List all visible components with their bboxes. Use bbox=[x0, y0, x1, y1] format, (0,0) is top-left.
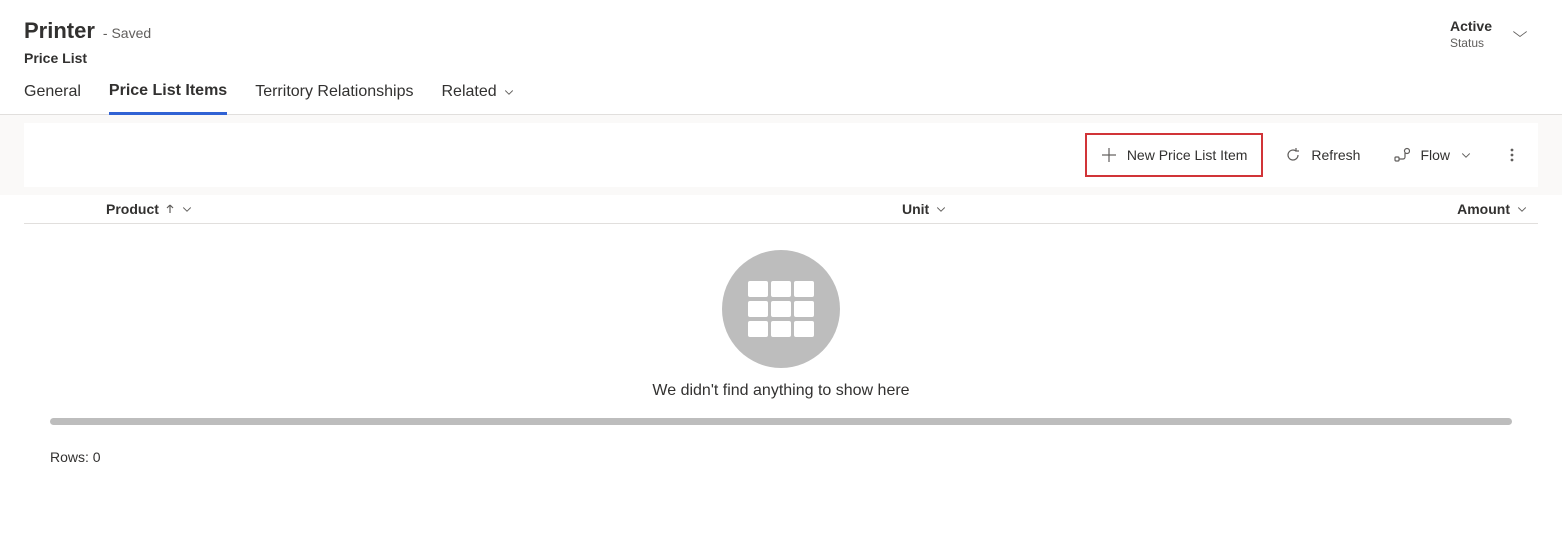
tab-related[interactable]: Related bbox=[441, 82, 514, 114]
empty-state: We didn't find anything to show here bbox=[24, 224, 1538, 418]
chevron-down-icon bbox=[1460, 149, 1472, 161]
flow-icon bbox=[1394, 147, 1410, 163]
horizontal-scrollbar[interactable] bbox=[50, 418, 1512, 425]
new-price-list-item-button[interactable]: New Price List Item bbox=[1085, 133, 1264, 177]
refresh-icon bbox=[1285, 147, 1301, 163]
status-label: Status bbox=[1450, 36, 1492, 50]
chevron-down-icon bbox=[503, 86, 515, 98]
tab-general[interactable]: General bbox=[24, 82, 81, 114]
saved-indicator: - Saved bbox=[103, 25, 151, 41]
toolbar-region: New Price List Item Refresh Flow bbox=[0, 115, 1562, 195]
title-block: Printer - Saved Price List bbox=[24, 18, 151, 66]
column-header-unit-label: Unit bbox=[902, 201, 929, 217]
column-header-amount[interactable]: Amount bbox=[1418, 201, 1538, 217]
tab-bar: General Price List Items Territory Relat… bbox=[0, 70, 1562, 115]
record-header: Printer - Saved Price List Active Status bbox=[0, 0, 1562, 70]
column-select-all[interactable] bbox=[24, 201, 82, 217]
tab-territory-relationships[interactable]: Territory Relationships bbox=[255, 82, 413, 114]
rows-count: Rows: 0 bbox=[50, 449, 101, 465]
refresh-label: Refresh bbox=[1311, 147, 1360, 163]
subgrid-toolbar: New Price List Item Refresh Flow bbox=[24, 123, 1538, 187]
status-block[interactable]: Active Status bbox=[1450, 18, 1538, 50]
chevron-down-icon bbox=[181, 203, 193, 215]
column-header-unit[interactable]: Unit bbox=[902, 201, 1418, 217]
flow-label: Flow bbox=[1420, 147, 1450, 163]
flow-button[interactable]: Flow bbox=[1382, 141, 1484, 169]
column-header-amount-label: Amount bbox=[1457, 201, 1510, 217]
grid-footer: Rows: 0 bbox=[24, 439, 1538, 485]
plus-icon bbox=[1101, 147, 1117, 163]
entity-label: Price List bbox=[24, 50, 151, 66]
refresh-button[interactable]: Refresh bbox=[1273, 141, 1372, 169]
column-header-product-label: Product bbox=[106, 201, 159, 217]
record-title: Printer bbox=[24, 18, 95, 44]
grid-region: Product Unit Amount bbox=[24, 195, 1538, 485]
status-value: Active bbox=[1450, 18, 1492, 34]
chevron-down-icon bbox=[935, 203, 947, 215]
chevron-down-icon[interactable] bbox=[1510, 24, 1530, 44]
grid-header: Product Unit Amount bbox=[24, 195, 1538, 224]
empty-state-icon bbox=[722, 250, 840, 368]
sort-ascending-icon bbox=[165, 204, 175, 214]
grid-icon bbox=[748, 281, 814, 337]
tab-related-label: Related bbox=[441, 83, 496, 101]
tab-price-list-items[interactable]: Price List Items bbox=[109, 82, 227, 115]
chevron-down-icon bbox=[1516, 203, 1528, 215]
new-price-list-item-label: New Price List Item bbox=[1127, 147, 1248, 163]
column-header-product[interactable]: Product bbox=[82, 201, 902, 217]
more-button[interactable] bbox=[1504, 147, 1520, 163]
empty-state-message: We didn't find anything to show here bbox=[652, 382, 909, 400]
